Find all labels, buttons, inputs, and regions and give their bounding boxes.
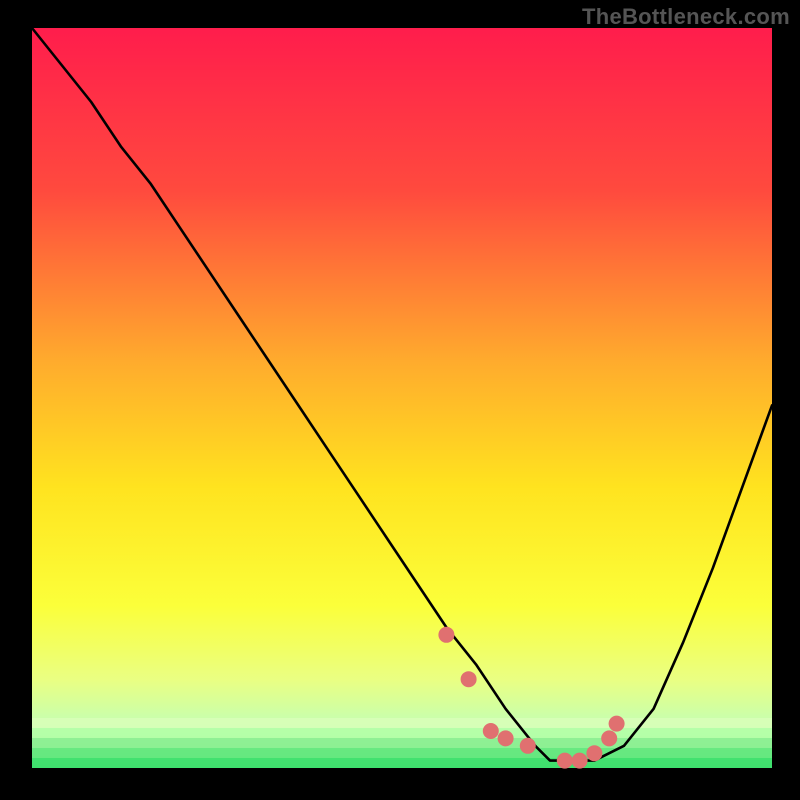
- highlight-dot: [520, 738, 536, 754]
- highlight-dot: [498, 730, 514, 746]
- bottom-bands: [32, 718, 772, 768]
- plot-background: [32, 28, 772, 768]
- highlight-dot: [438, 627, 454, 643]
- highlight-dot: [586, 745, 602, 761]
- watermark-text: TheBottleneck.com: [582, 4, 790, 30]
- highlight-dot: [601, 730, 617, 746]
- chart-svg: [0, 0, 800, 800]
- highlight-dot: [557, 753, 573, 769]
- highlight-dot: [609, 716, 625, 732]
- highlight-dot: [572, 753, 588, 769]
- highlight-dot: [461, 671, 477, 687]
- chart-stage: TheBottleneck.com: [0, 0, 800, 800]
- highlight-dot: [483, 723, 499, 739]
